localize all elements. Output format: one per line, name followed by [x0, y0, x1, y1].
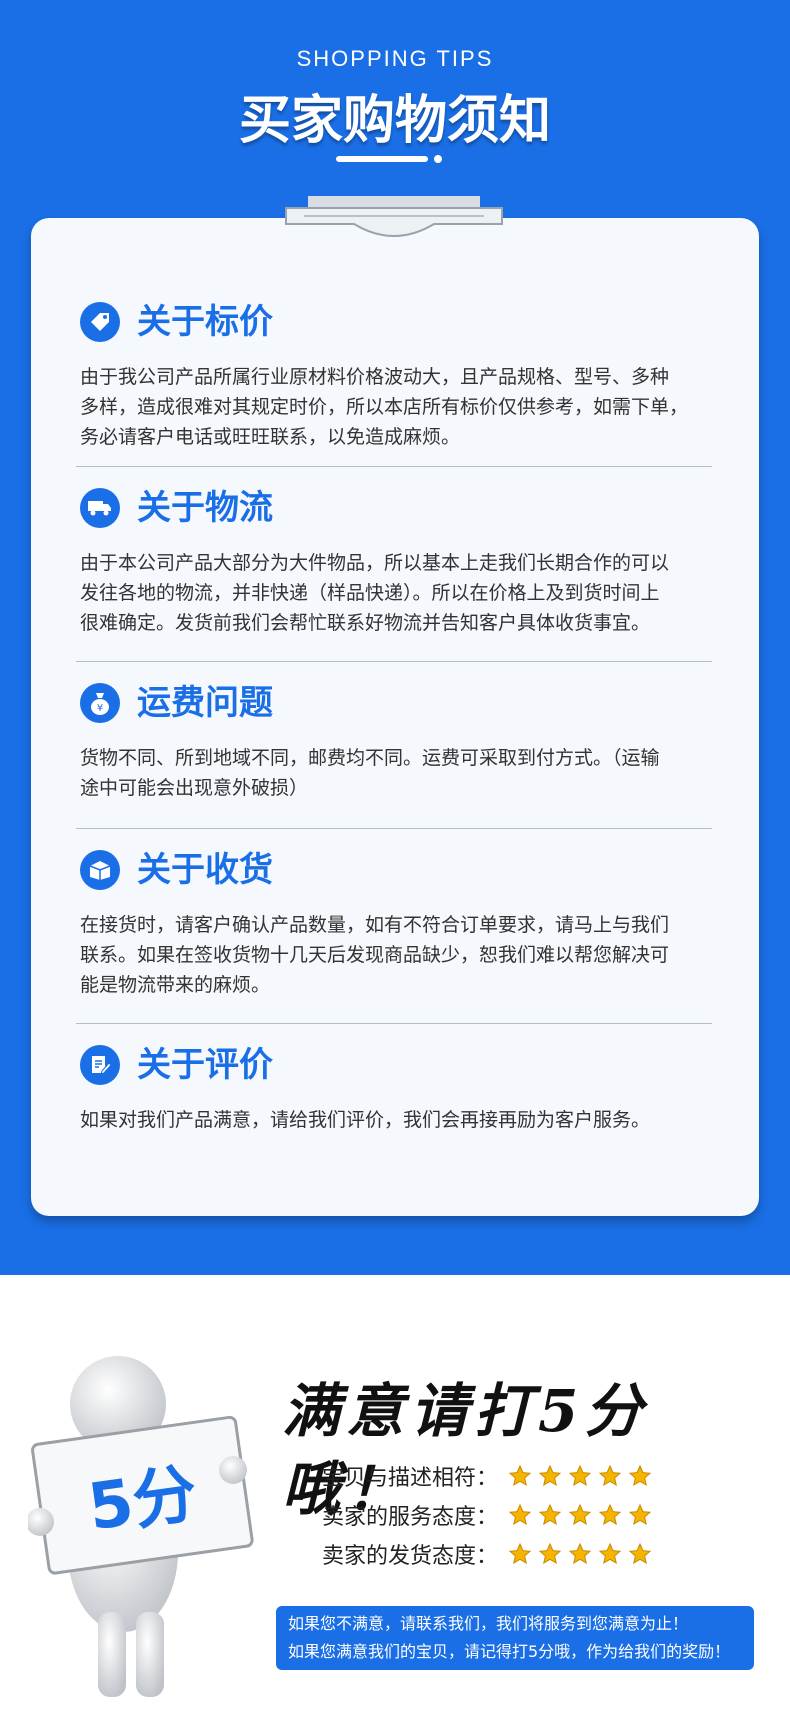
- text-line: 如果对我们产品满意，请给我们评价，我们会再接再励为客户服务。: [80, 1109, 651, 1131]
- star-icon: [538, 1542, 562, 1565]
- star-icon: [628, 1464, 652, 1487]
- star-icon: [598, 1542, 622, 1565]
- title-dot: [434, 155, 442, 163]
- divider: [76, 828, 712, 829]
- rating-row-service: 卖家的服务态度：: [322, 1498, 652, 1532]
- clipboard-clip: [285, 196, 503, 238]
- rating-row-delivery: 卖家的发货态度：: [322, 1537, 652, 1571]
- money-bag-icon: ¥: [80, 683, 120, 723]
- star-icon: [508, 1503, 532, 1526]
- star-icon: [628, 1503, 652, 1526]
- section-body: 由于本公司产品大部分为大件物品，所以基本上走我们长期合作的可以 发往各地的物流，…: [80, 548, 720, 638]
- sign-text: 5分: [84, 1457, 202, 1545]
- price-tag-icon: [80, 302, 120, 342]
- text-line: 途中可能会出现意外破损）: [80, 777, 309, 799]
- text-line: 在接货时，请客户确认产品数量，如有不符合订单要求，请马上与我们: [80, 914, 670, 936]
- slogan: 满意请打5分哦！: [282, 1372, 772, 1523]
- star-icon: [538, 1464, 562, 1487]
- header-kicker: SHOPPING TIPS: [296, 46, 494, 71]
- star-icon: [508, 1464, 532, 1487]
- svg-text:¥: ¥: [97, 703, 103, 714]
- rating-label: 卖家的发货态度：: [322, 1544, 499, 1569]
- page-title: 买家购物须知: [238, 91, 551, 151]
- text-line: 很难确定。发货前我们会帮忙联系好物流并告知客户具体收货事宜。: [80, 612, 651, 634]
- package-icon: [80, 850, 120, 890]
- star-icon: [508, 1542, 532, 1565]
- text-line: 货物不同、所到地域不同，邮费均不同。运费可采取到付方式。（运输: [80, 747, 660, 769]
- star-icon: [628, 1542, 652, 1565]
- star-icon: [538, 1503, 562, 1526]
- section-review: 关于评价 如果对我们产品满意，请给我们评价，我们会再接再励为客户服务。: [80, 1041, 720, 1135]
- notice-box: 如果您不满意，请联系我们，我们将服务到您满意为止！ 如果您满意我们的宝贝，请记得…: [276, 1606, 754, 1670]
- text-line: 由于我公司产品所属行业原材料价格波动大，且产品规格、型号、多种: [80, 366, 670, 388]
- divider: [76, 1023, 712, 1024]
- text-line: 发往各地的物流，并非快递（样品快递）。所以在价格上及到货时间上: [80, 582, 660, 604]
- section-title: 关于评价: [137, 1045, 273, 1085]
- section-body: 货物不同、所到地域不同，邮费均不同。运费可采取到付方式。（运输 途中可能会出现意…: [80, 743, 720, 803]
- star-icon: [568, 1542, 592, 1565]
- section-price: 关于标价 由于我公司产品所属行业原材料价格波动大，且产品规格、型号、多种 多样，…: [80, 298, 720, 452]
- figure-holding-sign: 5分: [28, 1356, 254, 1697]
- text-line: 联系。如果在签收货物十几天后发现商品缺少，恕我们难以帮您解决可: [80, 944, 670, 966]
- review-edit-icon: [80, 1045, 120, 1085]
- section-title: 关于物流: [137, 488, 273, 528]
- rating-label: 宝贝与描述相符：: [322, 1466, 499, 1491]
- star-icon: [598, 1464, 622, 1487]
- divider: [76, 661, 712, 662]
- star-icon: [598, 1503, 622, 1526]
- text-line: 务必请客户电话或旺旺联系，以免造成麻烦。: [80, 426, 461, 448]
- truck-icon: [80, 488, 120, 528]
- rating-row-description: 宝贝与描述相符：: [322, 1459, 652, 1493]
- blue-header-section: SHOPPING TIPS 买家购物须知 关于标价 由于我公司产品所属行业原材料…: [0, 0, 790, 1275]
- section-body: 由于我公司产品所属行业原材料价格波动大，且产品规格、型号、多种 多样，造成很难对…: [80, 362, 720, 452]
- section-title: 关于收货: [137, 850, 273, 890]
- star-rating: [508, 1464, 652, 1488]
- text-line: 多样，造成很难对其规定时价，所以本店所有标价仅供参考，如需下单，: [80, 396, 689, 418]
- section-title: 关于标价: [137, 302, 273, 342]
- text-line: 由于本公司产品大部分为大件物品，所以基本上走我们长期合作的可以: [80, 552, 670, 574]
- section-body: 在接货时，请客户确认产品数量，如有不符合订单要求，请马上与我们 联系。如果在签收…: [80, 910, 720, 1000]
- rating-label: 卖家的服务态度：: [322, 1505, 499, 1530]
- section-body: 如果对我们产品满意，请给我们评价，我们会再接再励为客户服务。: [80, 1105, 720, 1135]
- section-title: 运费问题: [137, 683, 273, 723]
- star-icon: [568, 1464, 592, 1487]
- text-line: 能是物流带来的麻烦。: [80, 974, 271, 996]
- tips-card: 关于标价 由于我公司产品所属行业原材料价格波动大，且产品规格、型号、多种 多样，…: [31, 218, 759, 1216]
- notice-line: 如果您不满意，请联系我们，我们将服务到您满意为止！: [288, 1614, 689, 1633]
- section-shipping-fee: ¥ 运费问题 货物不同、所到地域不同，邮费均不同。运费可采取到付方式。（运输 途…: [80, 679, 720, 803]
- star-rating: [508, 1503, 652, 1527]
- section-logistics: 关于物流 由于本公司产品大部分为大件物品，所以基本上走我们长期合作的可以 发往各…: [80, 484, 720, 638]
- section-receiving: 关于收货 在接货时，请客户确认产品数量，如有不符合订单要求，请马上与我们 联系。…: [80, 846, 720, 1000]
- notice-line: 如果您满意我们的宝贝，请记得打5分哦，作为给我们的奖励！: [288, 1642, 731, 1661]
- divider: [76, 466, 712, 467]
- star-icon: [568, 1503, 592, 1526]
- star-rating: [508, 1542, 652, 1566]
- title-underline: [336, 156, 428, 162]
